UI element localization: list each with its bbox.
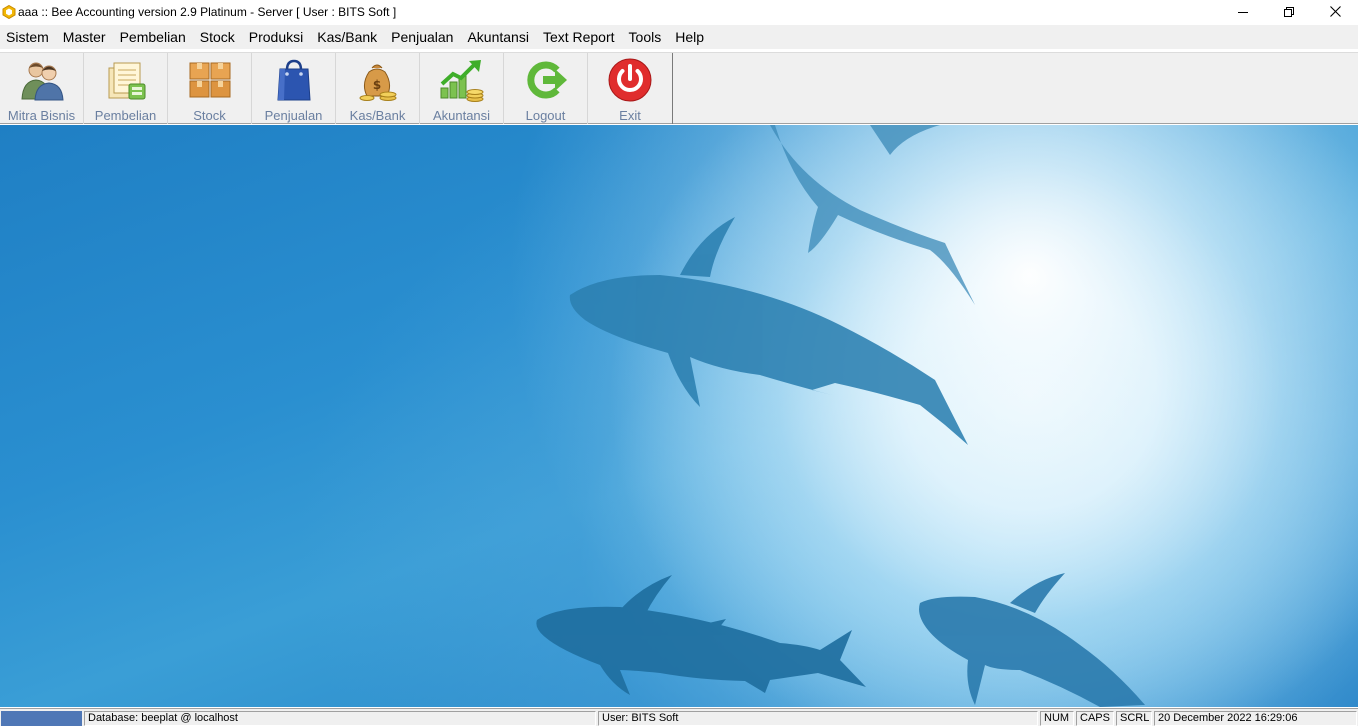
window-controls [1220, 0, 1358, 23]
window-title: aaa :: Bee Accounting version 2.9 Platin… [18, 4, 397, 19]
power-icon [605, 55, 655, 105]
menu-akuntansi[interactable]: Akuntansi [461, 25, 536, 49]
menu-sistem[interactable]: Sistem [0, 25, 57, 49]
growth-chart-icon [437, 55, 487, 105]
status-caps-lock: CAPS [1076, 711, 1114, 726]
menu-pembelian[interactable]: Pembelian [114, 25, 194, 49]
purchase-documents-icon [101, 55, 151, 105]
mitra-bisnis-button[interactable]: Mitra Bisnis [0, 53, 84, 124]
mitra-bisnis-label: Mitra Bisnis [7, 108, 76, 123]
logout-label: Logout [525, 108, 566, 123]
status-num-lock: NUM [1040, 711, 1074, 726]
status-user: User: BITS Soft [598, 711, 1038, 726]
status-database: Database: beeplat @ localhost [84, 711, 596, 726]
pembelian-label: Pembelian [94, 108, 157, 123]
pembelian-button[interactable]: Pembelian [84, 53, 168, 124]
status-bar: Database: beeplat @ localhost User: BITS… [0, 708, 1358, 726]
akuntansi-button[interactable]: Akuntansi [420, 53, 504, 124]
minimize-icon [1238, 11, 1248, 13]
restore-button[interactable] [1266, 0, 1312, 23]
menu-tools[interactable]: Tools [623, 25, 670, 49]
close-icon [1329, 6, 1341, 17]
exit-label: Exit [619, 108, 641, 123]
exit-button[interactable]: Exit [588, 53, 672, 124]
menu-help[interactable]: Help [669, 25, 712, 49]
stock-label: Stock [193, 108, 226, 123]
app-window: aaa :: Bee Accounting version 2.9 Platin… [0, 0, 1358, 726]
status-datetime: 20 December 2022 16:29:06 [1154, 711, 1357, 726]
akuntansi-label: Akuntansi [432, 108, 491, 123]
title-bar: aaa :: Bee Accounting version 2.9 Platin… [0, 0, 1358, 23]
menu-produksi[interactable]: Produksi [243, 25, 311, 49]
close-button[interactable] [1312, 0, 1358, 23]
toolbar-button-group: Mitra Bisnis Pembelian Stock Penjualan $… [0, 53, 673, 124]
penjualan-label: Penjualan [264, 108, 323, 123]
status-progress-bar [1, 711, 82, 726]
kas-bank-button[interactable]: $ Kas/Bank [336, 53, 420, 124]
minimize-button[interactable] [1220, 0, 1266, 23]
penjualan-button[interactable]: Penjualan [252, 53, 336, 124]
money-bag-icon: $ [353, 55, 403, 105]
underwater-scene-image [0, 125, 1358, 707]
logout-arrow-icon [521, 55, 571, 105]
desktop-wallpaper [0, 125, 1358, 707]
stock-boxes-icon [185, 55, 235, 105]
shopping-bag-icon [269, 55, 319, 105]
menu-text-report[interactable]: Text Report [537, 25, 623, 49]
bee-app-icon[interactable] [0, 3, 18, 21]
svg-text:$: $ [372, 78, 380, 92]
menu-bar: Sistem Master Pembelian Stock Produksi K… [0, 25, 1358, 49]
toolbar: Mitra Bisnis Pembelian Stock Penjualan $… [0, 52, 1358, 124]
menu-stock[interactable]: Stock [194, 25, 243, 49]
status-scroll-lock: SCRL [1116, 711, 1152, 726]
kas-bank-label: Kas/Bank [349, 108, 406, 123]
restore-icon [1284, 6, 1294, 17]
menu-master[interactable]: Master [57, 25, 114, 49]
menu-kas-bank[interactable]: Kas/Bank [311, 25, 385, 49]
logout-button[interactable]: Logout [504, 53, 588, 124]
business-partners-icon [17, 55, 67, 105]
stock-button[interactable]: Stock [168, 53, 252, 124]
menu-penjualan[interactable]: Penjualan [385, 25, 461, 49]
